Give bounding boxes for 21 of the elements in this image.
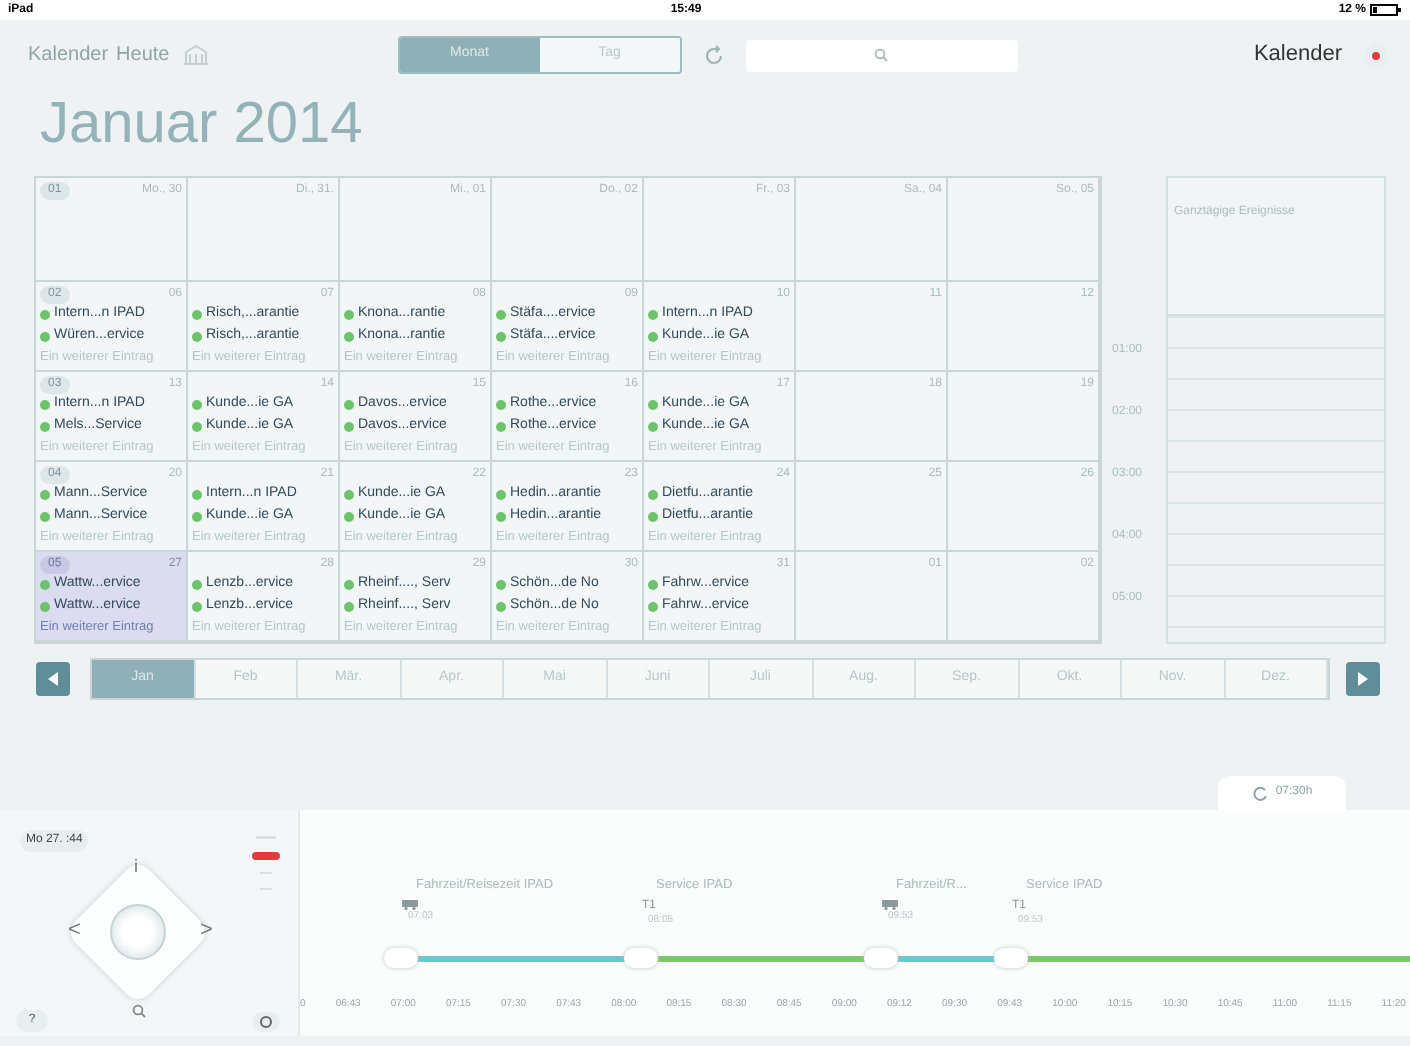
previous-year-button[interactable] xyxy=(36,661,70,695)
previous-button[interactable]: < xyxy=(68,914,81,947)
next-button[interactable]: > xyxy=(200,914,213,947)
record-dot-icon[interactable] xyxy=(1362,41,1390,69)
drag-handle[interactable] xyxy=(624,948,658,968)
next-year-button[interactable] xyxy=(1346,661,1380,695)
drag-handle[interactable] xyxy=(994,948,1028,968)
refresh-icon[interactable] xyxy=(701,43,726,67)
calendar-name: Kalender xyxy=(1253,40,1342,71)
vehicle-icon xyxy=(402,900,418,910)
refresh-icon xyxy=(1251,785,1268,801)
battery-icon xyxy=(1370,4,1402,16)
circle-button[interactable] xyxy=(252,1012,280,1032)
drag-handle[interactable] xyxy=(384,948,418,968)
building-icon[interactable] xyxy=(181,44,210,66)
vehicle-icon xyxy=(882,900,898,910)
month-title: Januar 2014 xyxy=(38,90,365,160)
search-field[interactable] xyxy=(745,39,1018,71)
search-icon[interactable] xyxy=(132,1004,146,1018)
drag-handle[interactable] xyxy=(864,948,898,968)
search-icon xyxy=(874,48,889,62)
